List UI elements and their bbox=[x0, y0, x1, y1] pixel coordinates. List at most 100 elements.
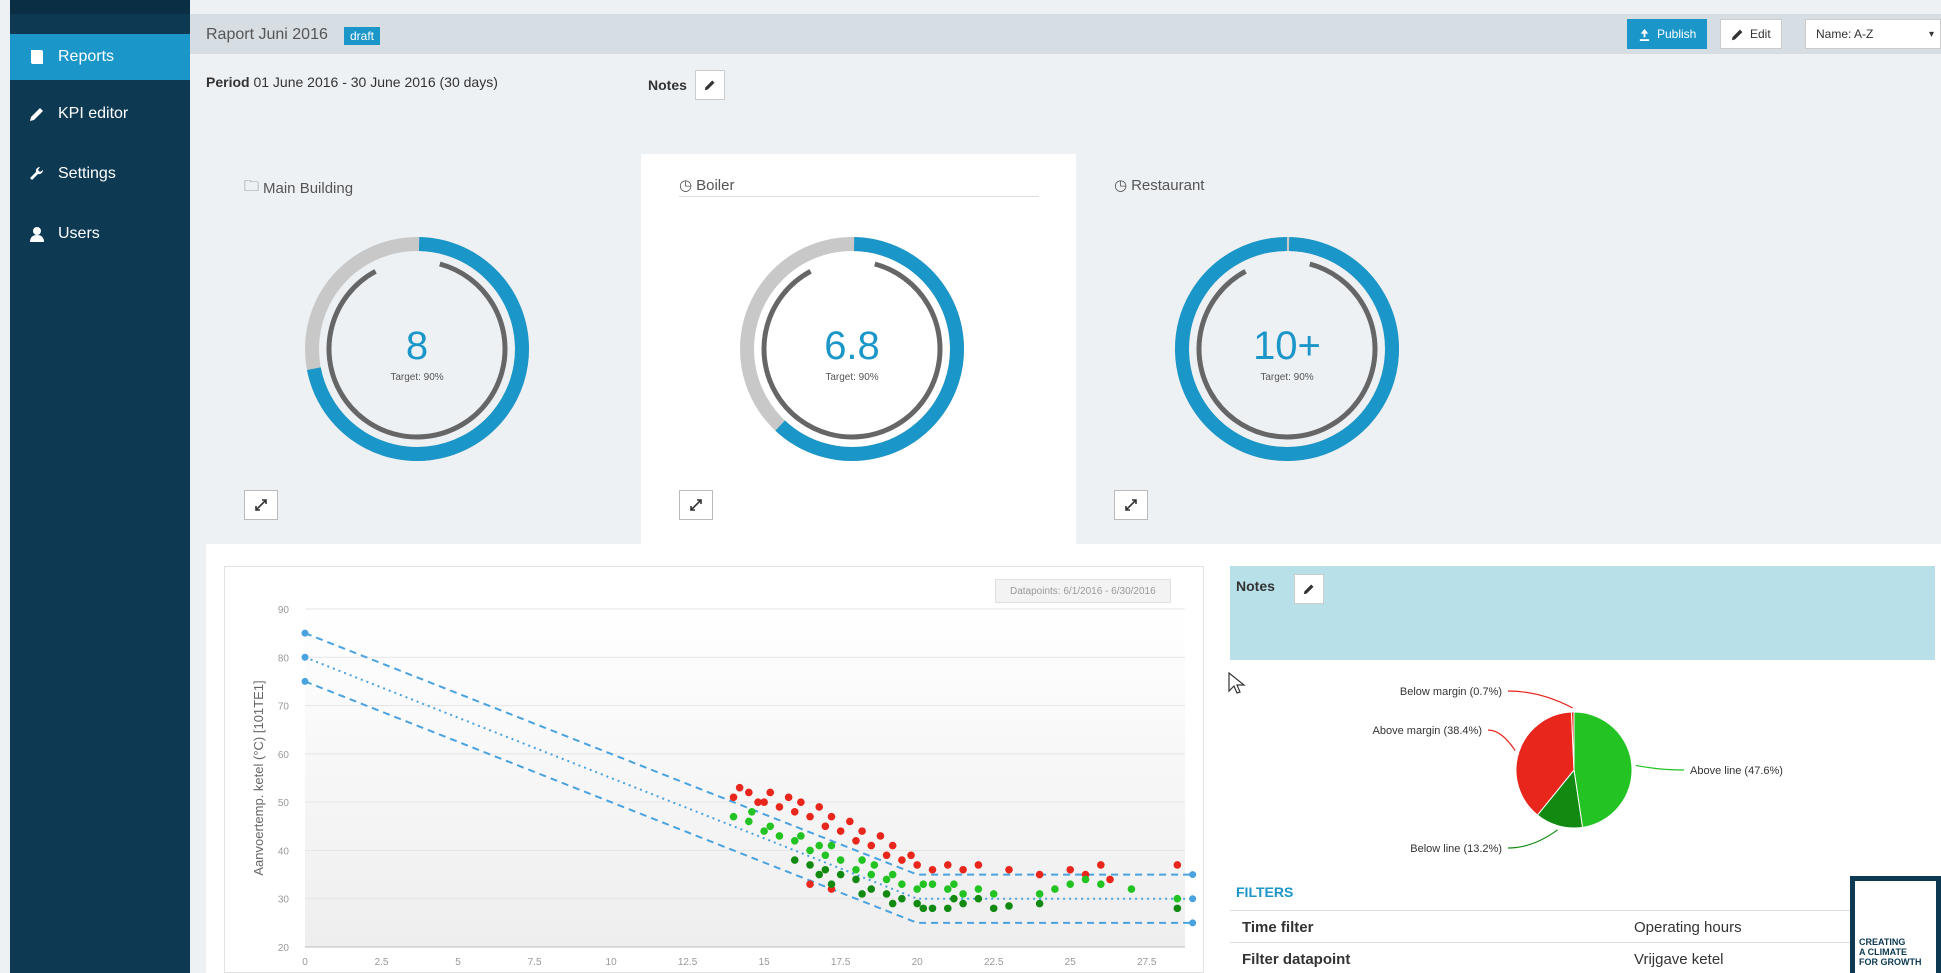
data-point bbox=[1066, 880, 1075, 889]
kpi-title-text: Main Building bbox=[263, 180, 354, 197]
publish-button[interactable]: Publish bbox=[1627, 19, 1708, 49]
sidebar-item-users[interactable]: Users bbox=[10, 204, 190, 264]
filters-section: FILTERS Time filter Operating hours Filt… bbox=[1230, 884, 1935, 968]
app-window: Reports KPI editor Settings Users Raport… bbox=[0, 0, 1941, 973]
gauge-icon: ◷ bbox=[679, 177, 693, 194]
y-tick-label: 40 bbox=[278, 846, 290, 857]
filters-heading: FILTERS bbox=[1236, 884, 1294, 900]
data-point bbox=[867, 885, 876, 893]
publish-icon bbox=[1639, 28, 1650, 41]
sidebar-item-label: Settings bbox=[58, 165, 116, 182]
expand-button[interactable] bbox=[244, 490, 278, 520]
data-point bbox=[974, 861, 983, 869]
edit-label: Edit bbox=[1750, 27, 1771, 41]
data-point bbox=[913, 861, 921, 869]
kpi-target: Target: 90% bbox=[825, 372, 879, 383]
logo-line: A CLIMATE bbox=[1859, 947, 1907, 957]
sort-select[interactable]: Name: A-Z ▾ bbox=[1805, 19, 1941, 49]
sort-value: Name: A-Z bbox=[1816, 27, 1874, 41]
data-point bbox=[888, 899, 897, 908]
x-tick-label: 7.5 bbox=[528, 957, 542, 968]
expand-button[interactable] bbox=[679, 490, 713, 520]
kpi-value: 8 bbox=[405, 324, 429, 368]
datapoints-range-label[interactable]: Datapoints: 6/1/2016 - 6/30/2016 bbox=[995, 579, 1171, 603]
pie-leader-line bbox=[1507, 829, 1558, 849]
data-point bbox=[898, 880, 906, 889]
data-point bbox=[928, 865, 937, 874]
kpi-title: ◷ Restaurant bbox=[1114, 176, 1204, 195]
data-point bbox=[1005, 902, 1013, 910]
period-value: 01 June 2016 - 30 June 2016 (30 days) bbox=[253, 74, 498, 90]
y-tick-label: 80 bbox=[278, 653, 290, 664]
data-point bbox=[1035, 890, 1044, 898]
y-tick-label: 70 bbox=[278, 702, 290, 713]
data-point bbox=[913, 899, 921, 908]
data-point bbox=[745, 788, 753, 797]
filter-row: Filter datapoint Vrijgave ketel bbox=[1230, 942, 1870, 973]
data-point bbox=[989, 890, 998, 898]
data-point bbox=[729, 793, 738, 802]
filter-key: Time filter bbox=[1242, 919, 1314, 936]
pencil-icon bbox=[28, 105, 46, 123]
data-point bbox=[1097, 880, 1105, 889]
kpi-card-boiler: ◷ Boiler 6.8 Target: 90% bbox=[641, 154, 1076, 544]
reference-point bbox=[301, 629, 309, 637]
data-point bbox=[852, 865, 860, 874]
reference-point bbox=[1189, 919, 1197, 927]
data-point bbox=[1097, 861, 1105, 869]
data-point bbox=[784, 793, 793, 802]
edit-notes-button[interactable] bbox=[694, 70, 725, 100]
data-point bbox=[1106, 875, 1114, 884]
data-point bbox=[836, 870, 845, 879]
sidebar-item-reports[interactable]: Reports bbox=[10, 34, 190, 80]
kpi-card-restaurant: ◷ Restaurant 10+ Target: 90% bbox=[1076, 154, 1511, 544]
data-point bbox=[950, 880, 958, 889]
sidebar: Reports KPI editor Settings Users bbox=[10, 0, 190, 973]
data-point bbox=[790, 856, 799, 864]
data-point bbox=[882, 875, 891, 884]
mouse-cursor-icon bbox=[1228, 672, 1246, 694]
kpi-target: Target: 90% bbox=[1260, 372, 1314, 383]
data-point bbox=[815, 870, 824, 879]
x-tick-label: 25 bbox=[1065, 957, 1077, 968]
logo-text: CREATING A CLIMATE FOR GROWTH bbox=[1859, 937, 1922, 967]
folder-icon: 🗀 bbox=[244, 178, 260, 195]
expand-icon bbox=[1125, 499, 1137, 511]
data-point bbox=[735, 783, 744, 792]
data-point bbox=[790, 836, 799, 845]
pie-leader-line bbox=[1487, 729, 1516, 751]
y-tick-label: 20 bbox=[278, 943, 290, 954]
scatter-chart-panel: 20 30 40 50 60 70 80 90 0 2.5 5 7.5 10 12.5 15 17.5 20 22… bbox=[224, 566, 1204, 973]
data-point bbox=[729, 812, 738, 821]
pie-leader-line bbox=[1507, 690, 1573, 709]
expand-button[interactable] bbox=[1114, 490, 1148, 520]
data-point bbox=[913, 885, 921, 893]
reference-point bbox=[1189, 895, 1197, 903]
data-point bbox=[950, 894, 958, 903]
sidebar-item-kpi-editor[interactable]: KPI editor bbox=[10, 84, 190, 144]
pencil-icon bbox=[1303, 584, 1314, 595]
data-point bbox=[790, 808, 799, 816]
data-point bbox=[898, 856, 906, 864]
data-point bbox=[943, 861, 952, 869]
data-point bbox=[959, 890, 967, 898]
data-point bbox=[775, 803, 784, 811]
filter-key: Filter datapoint bbox=[1242, 951, 1351, 968]
data-point bbox=[919, 904, 928, 913]
edit-kpi-notes-button[interactable] bbox=[1294, 574, 1324, 604]
sidebar-item-label: Users bbox=[58, 225, 100, 242]
y-tick-label: 50 bbox=[278, 798, 290, 809]
scatter-chart: 20 30 40 50 60 70 80 90 0 2.5 5 7.5 10 12.5 15 17.5 20 22… bbox=[251, 605, 1197, 973]
data-point bbox=[867, 841, 876, 850]
data-point bbox=[806, 846, 814, 855]
kpi-divider bbox=[679, 196, 1039, 197]
pie-label: Below line (13.2%) bbox=[1410, 843, 1502, 855]
data-point bbox=[827, 841, 836, 850]
edit-button[interactable]: Edit bbox=[1720, 19, 1782, 49]
filter-value: Operating hours bbox=[1634, 919, 1742, 936]
status-badge: draft bbox=[344, 27, 381, 45]
kpi-value: 10+ bbox=[1253, 324, 1321, 368]
data-point bbox=[836, 856, 845, 864]
data-point bbox=[836, 827, 845, 835]
sidebar-item-settings[interactable]: Settings bbox=[10, 144, 190, 204]
